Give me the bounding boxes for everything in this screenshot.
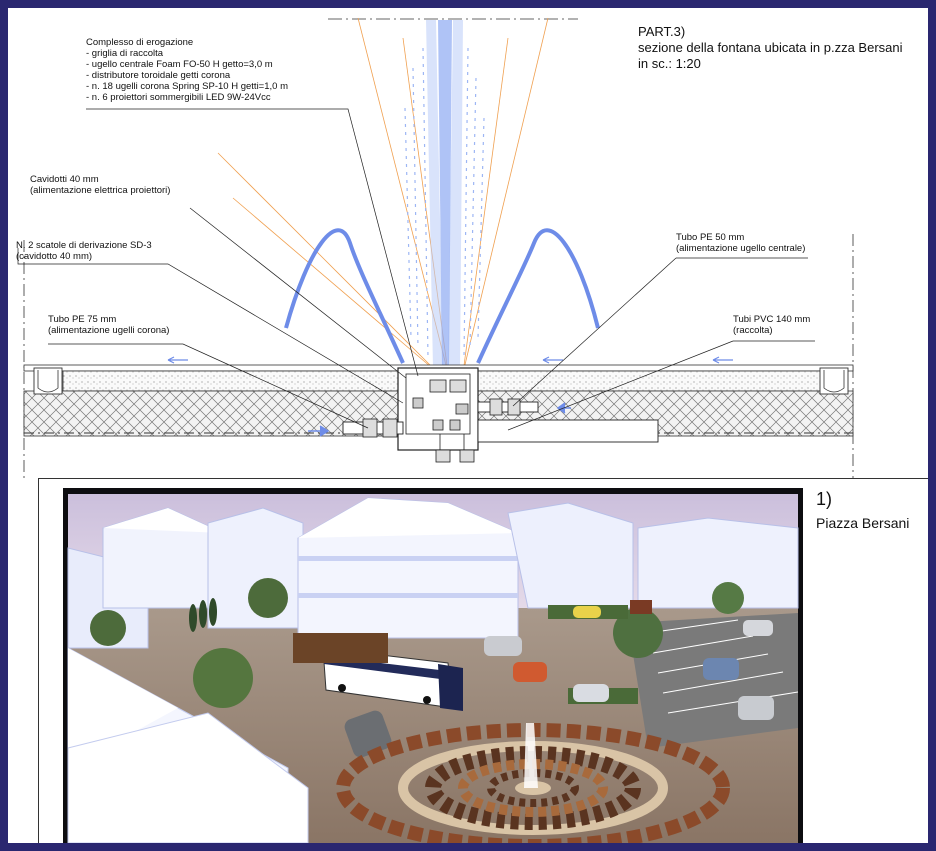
legend-title: Complesso di erogazione [86,37,194,48]
legend-item: - distributore toroidale getti corona [86,70,231,81]
left-corona-jet [284,228,405,364]
label-cavidotti: Cavidotti 40 mm [30,174,99,185]
render-caption: Piazza Bersani [816,515,910,531]
legend-item: - n. 6 proiettori sommergibili LED 9W-24… [86,92,271,103]
label-cavidotti-sub: (alimentazione elettrica proiettori) [30,185,171,196]
legend-item: - griglia di raccolta [86,48,164,59]
scale-label: in sc.: 1:20 [638,56,701,71]
section-title: sezione della fontana ubicata in p.zza B… [638,40,903,55]
label-tubo50-sub: (alimentazione ugello centrale) [676,243,806,254]
render-number: 1) [816,489,833,509]
central-water-jet [404,20,485,368]
label-tubo75: Tubo PE 75 mm [48,314,117,325]
right-corona-jet [476,228,600,364]
legend-item: - ugello centrale Foam FO-50 H getto=3,0… [86,59,273,70]
render-frame [38,478,928,843]
label-tubo75-sub: (alimentazione ugelli corona) [48,325,170,336]
label-scatole-sub: (cavidotto 40 mm) [16,251,93,262]
label-tubi140-sub: (raccolta) [733,325,773,336]
label-tubo50: Tubo PE 50 mm [676,232,745,243]
fountain-technical-chamber [397,367,479,463]
part-number: PART.3) [638,24,686,39]
legend-item: - n. 18 ugelli corona Spring SP-10 H get… [86,81,288,92]
drawing-sheet: PART.3) sezione della fontana ubicata in… [8,8,928,843]
label-tubi140: Tubi PVC 140 mm [733,314,811,325]
label-scatole: N. 2 scatole di derivazione SD-3 [16,240,152,251]
